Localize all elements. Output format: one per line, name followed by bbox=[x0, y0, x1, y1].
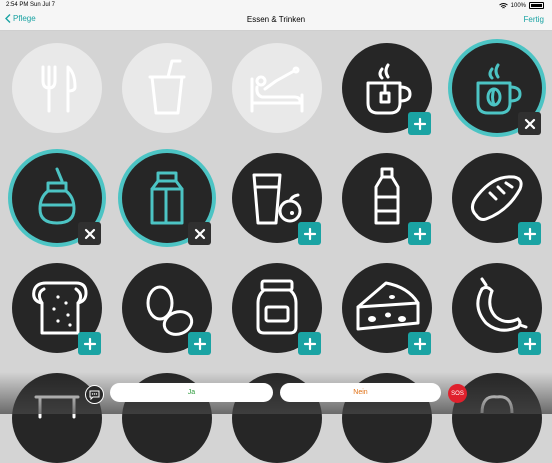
navigation-bar: Pflege Essen & Trinken Fertig bbox=[0, 11, 552, 31]
tile-sausage[interactable] bbox=[452, 263, 542, 355]
speech-bubble-icon bbox=[89, 390, 100, 400]
sos-button[interactable]: SOS bbox=[448, 384, 467, 403]
chat-button[interactable] bbox=[85, 385, 104, 404]
add-water-button[interactable] bbox=[408, 222, 431, 245]
close-icon bbox=[84, 228, 95, 239]
tile-tea[interactable] bbox=[342, 43, 432, 135]
drink-cup-straw-icon bbox=[148, 59, 186, 115]
yes-button[interactable]: Ja bbox=[110, 383, 273, 402]
plus-icon bbox=[193, 337, 206, 350]
plus-icon bbox=[523, 227, 536, 240]
add-bread-button[interactable] bbox=[518, 222, 541, 245]
add-juice-button[interactable] bbox=[298, 222, 321, 245]
plus-icon bbox=[523, 337, 536, 350]
tile-bed-feeding[interactable] bbox=[232, 43, 322, 133]
battery-icon bbox=[529, 2, 544, 9]
remove-coffee-button[interactable] bbox=[518, 112, 541, 135]
tile-jam[interactable] bbox=[232, 263, 322, 355]
add-tea-button[interactable] bbox=[408, 112, 431, 135]
no-button[interactable]: Nein bbox=[280, 383, 441, 402]
fork-knife-icon bbox=[41, 65, 77, 113]
status-time: 2:54 PM bbox=[6, 2, 29, 8]
add-toast-button[interactable] bbox=[78, 332, 101, 355]
tile-water[interactable] bbox=[342, 153, 432, 245]
battery-percent: 100% bbox=[510, 2, 526, 9]
done-button[interactable]: Fertig bbox=[524, 15, 544, 24]
plus-icon bbox=[413, 337, 426, 350]
plus-icon bbox=[83, 337, 96, 350]
tile-toast[interactable] bbox=[12, 263, 102, 355]
food-drink-grid bbox=[0, 31, 552, 463]
tile-sugar[interactable] bbox=[12, 153, 102, 245]
page-title: Essen & Trinken bbox=[246, 15, 306, 24]
remove-sugar-button[interactable] bbox=[78, 222, 101, 245]
wifi-icon bbox=[498, 2, 508, 8]
tile-coffee[interactable] bbox=[452, 43, 542, 135]
close-icon bbox=[194, 228, 205, 239]
plus-icon bbox=[413, 227, 426, 240]
plus-icon bbox=[413, 117, 426, 130]
add-sausage-button[interactable] bbox=[518, 332, 541, 355]
tile-cutlery[interactable] bbox=[12, 43, 102, 133]
bottom-bar-background bbox=[0, 372, 552, 414]
close-icon bbox=[524, 118, 535, 129]
plus-icon bbox=[303, 227, 316, 240]
tile-eggs[interactable] bbox=[122, 263, 212, 355]
tile-milk[interactable] bbox=[122, 153, 212, 245]
add-jam-button[interactable] bbox=[298, 332, 321, 355]
status-right: 100% bbox=[498, 2, 544, 9]
tile-juice[interactable] bbox=[232, 153, 322, 245]
add-eggs-button[interactable] bbox=[188, 332, 211, 355]
tile-cheese[interactable] bbox=[342, 263, 432, 355]
add-cheese-button[interactable] bbox=[408, 332, 431, 355]
plus-icon bbox=[303, 337, 316, 350]
status-bar: 2:54 PM Sun Jul 7 100% bbox=[0, 0, 552, 11]
tile-bread[interactable] bbox=[452, 153, 542, 245]
bed-feeding-icon bbox=[250, 66, 304, 113]
status-date: Sun Jul 7 bbox=[30, 2, 56, 8]
tile-drink-cup[interactable] bbox=[122, 43, 212, 133]
remove-milk-button[interactable] bbox=[188, 222, 211, 245]
